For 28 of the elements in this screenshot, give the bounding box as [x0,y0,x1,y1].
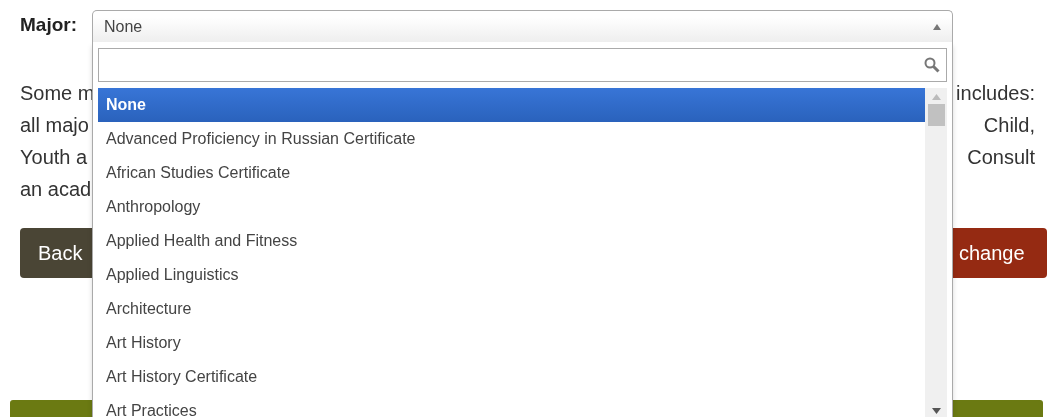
text-fragment: an acad [20,177,92,201]
select-field[interactable]: None [92,10,953,42]
dropdown-option[interactable]: Architecture [98,292,925,326]
search-field[interactable] [98,48,947,82]
text-fragment: Youth a [20,145,88,169]
change-button[interactable]: change [952,228,1047,278]
dropdown-option[interactable]: Art History Certificate [98,360,925,394]
dropdown-option[interactable]: Advanced Proficiency in Russian Certificate [98,122,925,156]
dropdown-option[interactable]: Applied Linguistics [98,258,925,292]
dropdown-option[interactable]: Applied Health and Fitness [98,224,925,258]
caret-icon [932,22,942,31]
text-fragment: includes: [956,81,1035,105]
scroll-thumb[interactable] [927,104,945,126]
scroll-up-icon[interactable] [931,94,941,100]
dropdown-option[interactable]: Anthropology [98,190,925,224]
dropdown-option[interactable]: African Studies Certificate [98,156,925,190]
text-fragment: Child, [983,113,1035,137]
back-button[interactable]: Back [20,228,92,278]
text-fragment: all majo [20,113,89,137]
search-icon [924,57,940,73]
text-fragment: Consult [967,145,1035,169]
field-label: Major: [20,14,77,36]
scrollbar[interactable] [925,88,947,417]
scroll-down-icon[interactable] [931,408,941,414]
dropdown-option[interactable]: Art Practices [98,394,925,417]
dropdown-option[interactable]: Art History [98,326,925,360]
dropdown-option[interactable]: None [98,88,925,122]
selected-value: None [104,17,143,36]
